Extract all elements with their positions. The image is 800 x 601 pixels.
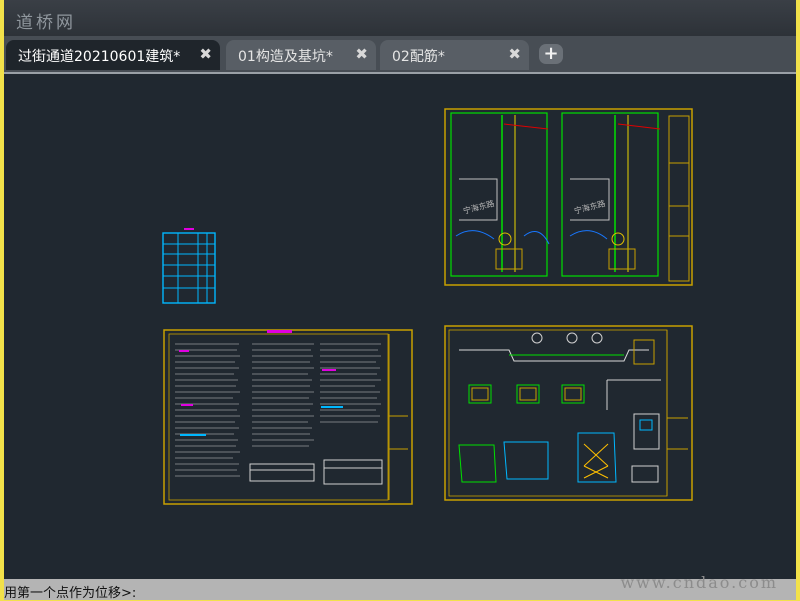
cad-application-window: 道桥网 过街通道20210601建筑* ✖ 01构造及基坑* ✖ 02配筋* ✖… (4, 0, 796, 601)
tab-document-main[interactable]: 过街通道20210601建筑* ✖ (6, 40, 220, 70)
command-prompt[interactable]: 用第一个点作为位移>: (4, 582, 136, 601)
street-label: 宁海东路 (462, 198, 495, 216)
drawing-canvas[interactable]: 宁海东路 宁海东路 (4, 74, 796, 579)
tab-label: 02配筋* (392, 49, 445, 65)
command-line-bar: 用第一个点作为位移>: www.cndao.com (4, 573, 796, 601)
tab-label: 01构造及基坑* (238, 49, 333, 65)
drawing-sheet-sections[interactable] (444, 325, 693, 501)
close-icon[interactable]: ✖ (199, 45, 212, 63)
watermark-logo-top: 道桥网 (16, 13, 76, 33)
tab-label: 过街通道20210601建筑* (18, 49, 181, 65)
document-tab-strip: 过街通道20210601建筑* ✖ 01构造及基坑* ✖ 02配筋* ✖ + (4, 36, 796, 74)
title-bar: 道桥网 (4, 0, 796, 36)
close-icon[interactable]: ✖ (355, 45, 368, 63)
drawing-sheet-plan[interactable]: 宁海东路 宁海东路 (444, 108, 693, 286)
drawing-sheet-general-notes[interactable] (163, 329, 413, 505)
watermark-url-bottom: www.cndao.com (620, 573, 778, 592)
close-icon[interactable]: ✖ (508, 45, 521, 63)
street-label: 宁海东路 (573, 198, 606, 216)
tab-document-structure[interactable]: 01构造及基坑* ✖ (226, 40, 376, 70)
tab-document-reinforcement[interactable]: 02配筋* ✖ (380, 40, 529, 70)
cad-model-space[interactable]: 宁海东路 宁海东路 (4, 74, 796, 579)
cyan-quantity-table[interactable] (162, 228, 216, 304)
plus-icon[interactable]: + (539, 44, 563, 64)
